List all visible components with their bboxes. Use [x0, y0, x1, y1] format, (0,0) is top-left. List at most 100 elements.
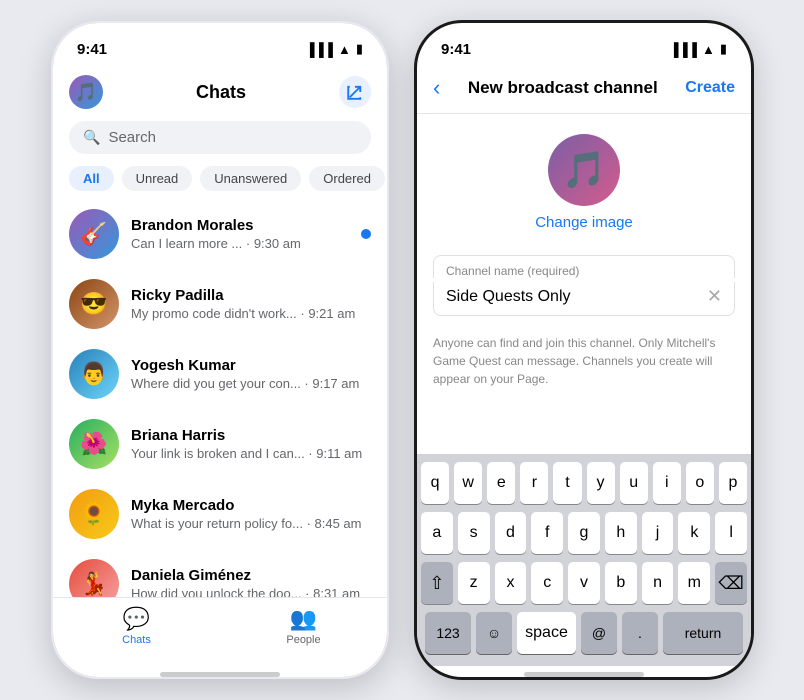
key-dot[interactable]: .: [622, 612, 658, 654]
key-b[interactable]: b: [605, 562, 637, 604]
key-g[interactable]: g: [568, 512, 600, 554]
key-k[interactable]: k: [678, 512, 710, 554]
key-d[interactable]: d: [495, 512, 527, 554]
battery-icon: ▮: [356, 41, 363, 57]
key-c[interactable]: c: [531, 562, 563, 604]
nav-chats-label: Chats: [122, 634, 151, 646]
chat-item[interactable]: 😎 Ricky Padilla My promo code didn't wor…: [53, 269, 387, 339]
key-i[interactable]: i: [653, 462, 681, 504]
key-l[interactable]: l: [715, 512, 747, 554]
create-button[interactable]: Create: [685, 79, 735, 97]
people-nav-icon: 👥: [290, 606, 317, 632]
key-x[interactable]: x: [495, 562, 527, 604]
clear-input-button[interactable]: ✕: [707, 286, 722, 307]
key-e[interactable]: e: [487, 462, 515, 504]
chat-avatar: 👨: [69, 349, 119, 399]
key-m[interactable]: m: [678, 562, 710, 604]
search-icon: 🔍: [83, 129, 100, 146]
keyboard-row-3: ⇧ z x c v b n m ⌫: [421, 562, 747, 604]
back-button[interactable]: ‹: [433, 75, 440, 101]
key-shift[interactable]: ⇧: [421, 562, 453, 604]
nav-chats[interactable]: 💬 Chats: [53, 606, 220, 646]
chat-name: Ricky Padilla: [131, 287, 371, 304]
key-v[interactable]: v: [568, 562, 600, 604]
change-image-button[interactable]: Change image: [535, 214, 633, 231]
chat-item[interactable]: 🌺 Briana Harris Your link is broken and …: [53, 409, 387, 479]
profile-avatar[interactable]: 🎵: [69, 75, 103, 109]
key-s[interactable]: s: [458, 512, 490, 554]
key-f[interactable]: f: [531, 512, 563, 554]
bottom-nav: 💬 Chats 👥 People: [53, 597, 387, 666]
chat-item[interactable]: 👨 Yogesh Kumar Where did you get your co…: [53, 339, 387, 409]
chat-name: Myka Mercado: [131, 497, 371, 514]
tab-all[interactable]: All: [69, 166, 114, 191]
nav-people[interactable]: 👥 People: [220, 606, 387, 646]
key-at[interactable]: @: [581, 612, 617, 654]
tab-ordered[interactable]: Ordered: [309, 166, 385, 191]
tab-unanswered[interactable]: Unanswered: [200, 166, 301, 191]
compose-button[interactable]: [339, 76, 371, 108]
chats-header: 🎵 Chats: [53, 67, 387, 117]
key-y[interactable]: y: [587, 462, 615, 504]
chat-item[interactable]: 🌻 Myka Mercado What is your return polic…: [53, 479, 387, 549]
key-z[interactable]: z: [458, 562, 490, 604]
key-u[interactable]: u: [620, 462, 648, 504]
chat-info: Myka Mercado What is your return policy …: [131, 497, 371, 531]
key-123[interactable]: 123: [425, 612, 471, 654]
wifi-icon: ▲: [338, 42, 351, 57]
status-bar-right: 9:41 ▐▐▐ ▲ ▮: [417, 23, 751, 67]
chat-info: Ricky Padilla My promo code didn't work.…: [131, 287, 371, 321]
key-q[interactable]: q: [421, 462, 449, 504]
battery-icon-right: ▮: [720, 41, 727, 57]
chats-title: Chats: [196, 82, 246, 103]
key-emoji[interactable]: ☺: [476, 612, 512, 654]
chat-info: Brandon Morales Can I learn more ... · 9…: [131, 217, 349, 251]
signal-icon: ▐▐▐: [305, 42, 333, 57]
key-p[interactable]: p: [719, 462, 747, 504]
chat-avatar: 🎸: [69, 209, 119, 259]
chat-avatar: 🌻: [69, 489, 119, 539]
home-indicator-left: [160, 672, 280, 677]
key-h[interactable]: h: [605, 512, 637, 554]
chat-info: Briana Harris Your link is broken and I …: [131, 427, 371, 461]
channel-avatar[interactable]: 🎵: [548, 134, 620, 206]
key-delete[interactable]: ⌫: [715, 562, 747, 604]
keyboard: q w e r t y u i o p a s d f g h j k l: [417, 454, 751, 666]
input-label: Channel name (required): [433, 255, 735, 278]
key-n[interactable]: n: [642, 562, 674, 604]
keyboard-row-2: a s d f g h j k l: [421, 512, 747, 554]
key-r[interactable]: r: [520, 462, 548, 504]
key-a[interactable]: a: [421, 512, 453, 554]
channel-name-input[interactable]: [446, 288, 707, 306]
search-placeholder: Search: [108, 129, 156, 146]
channel-name-section: Channel name (required) ✕: [433, 255, 735, 316]
key-o[interactable]: o: [686, 462, 714, 504]
key-w[interactable]: w: [454, 462, 482, 504]
key-space[interactable]: space: [517, 612, 576, 654]
tab-unread[interactable]: Unread: [122, 166, 193, 191]
chat-item[interactable]: 💃 Daniela Giménez How did you unlock the…: [53, 549, 387, 597]
search-bar[interactable]: 🔍 Search: [69, 121, 371, 154]
broadcast-header: ‹ New broadcast channel Create: [417, 67, 751, 114]
key-t[interactable]: t: [553, 462, 581, 504]
key-j[interactable]: j: [642, 512, 674, 554]
status-icons-right: ▐▐▐ ▲ ▮: [669, 41, 727, 57]
key-return[interactable]: return: [663, 612, 743, 654]
chat-preview: What is your return policy fo... · 8:45 …: [131, 516, 371, 531]
status-time-right: 9:41: [441, 41, 471, 58]
status-icons-left: ▐▐▐ ▲ ▮: [305, 41, 363, 57]
chat-preview: Where did you get your con... · 9:17 am: [131, 376, 371, 391]
signal-icon-right: ▐▐▐: [669, 42, 697, 57]
chat-preview: Can I learn more ... · 9:30 am: [131, 236, 349, 251]
filter-tabs: All Unread Unanswered Ordered: [53, 162, 387, 199]
input-wrapper: ✕: [433, 282, 735, 316]
keyboard-row-1: q w e r t y u i o p: [421, 462, 747, 504]
chat-avatar: 💃: [69, 559, 119, 597]
broadcast-title: New broadcast channel: [468, 78, 658, 98]
chat-item[interactable]: 🎸 Brandon Morales Can I learn more ... ·…: [53, 199, 387, 269]
chat-preview: Your link is broken and I can... · 9:11 …: [131, 446, 371, 461]
chat-name: Brandon Morales: [131, 217, 349, 234]
chats-screen: 🎵 Chats 🔍 Search All Unread Unanswered O…: [53, 67, 387, 677]
keyboard-bottom-row: 123 ☺ space @ . return: [421, 612, 747, 662]
chat-name: Briana Harris: [131, 427, 371, 444]
